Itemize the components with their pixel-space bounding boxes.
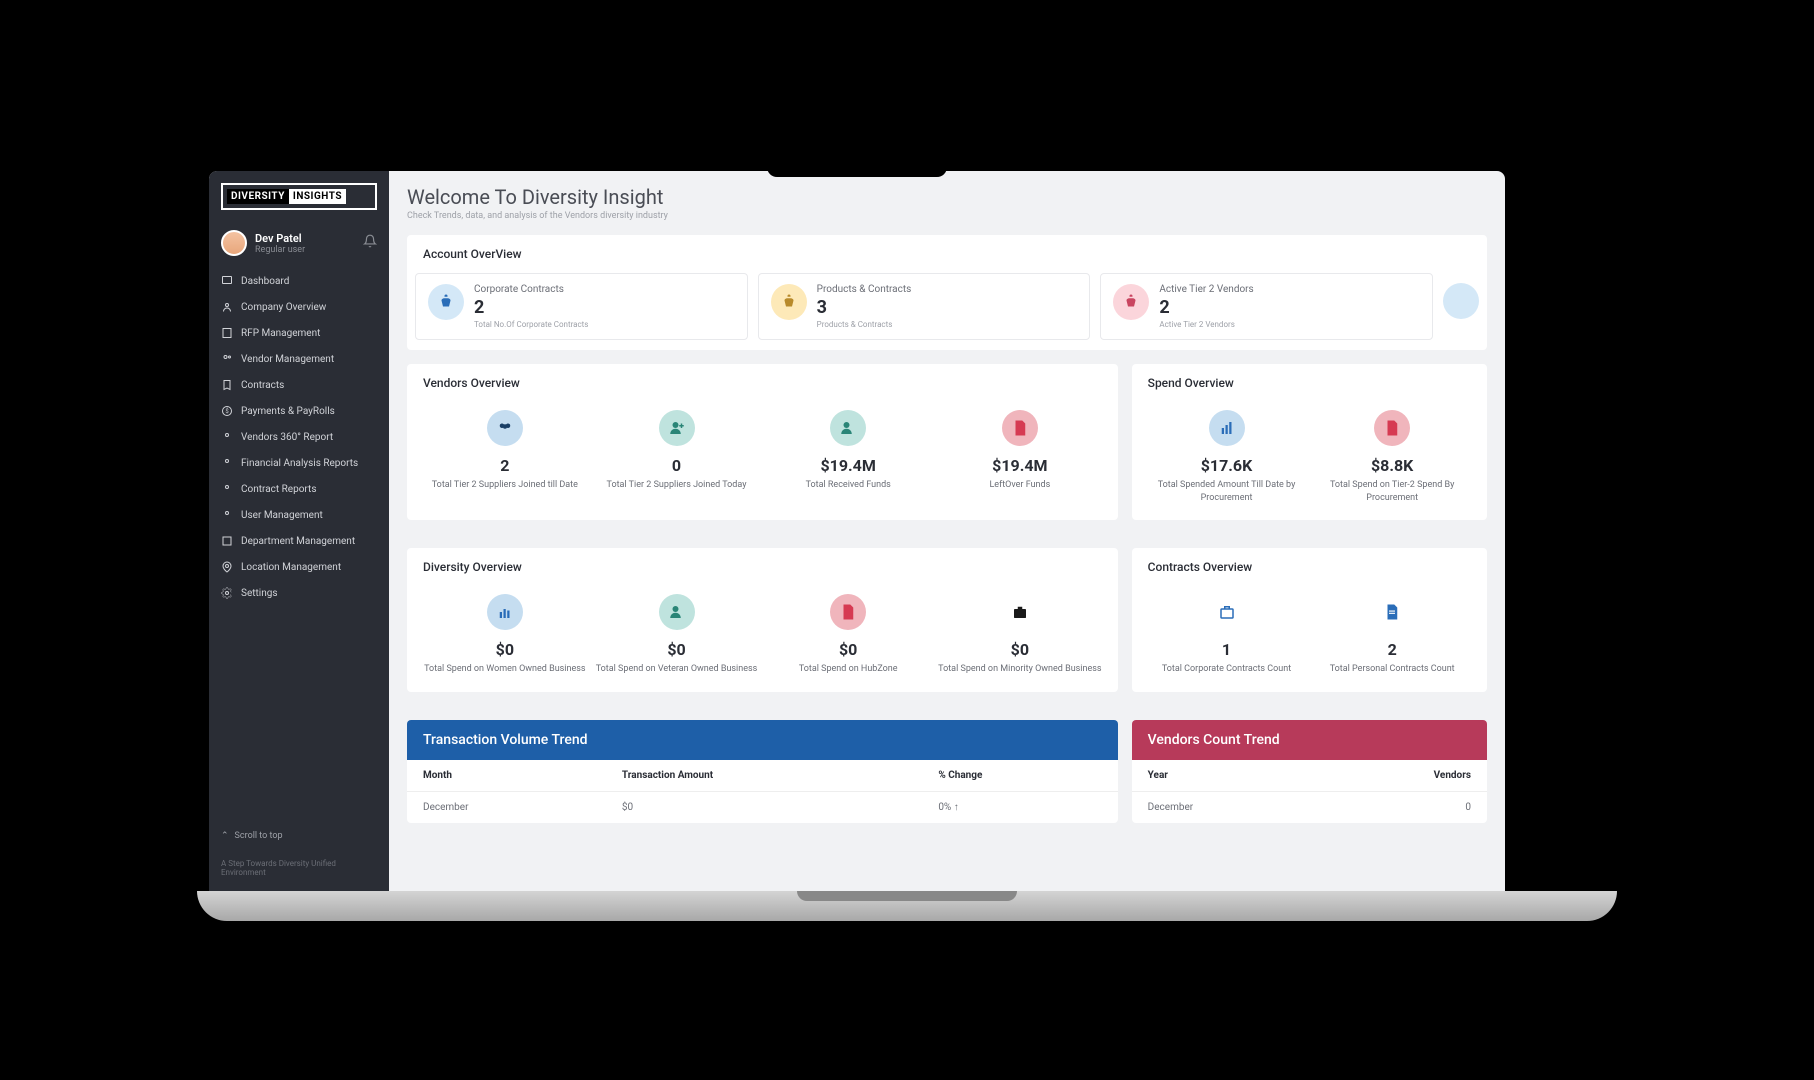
- sidebar-item-company[interactable]: Company Overview: [209, 294, 389, 320]
- user-plus-icon: [830, 410, 866, 446]
- nav: Dashboard Company Overview RFP Managemen…: [209, 264, 389, 821]
- user-role: Regular user: [255, 245, 355, 255]
- stat-item: 0 Total Tier 2 Suppliers Joined Today: [595, 410, 759, 492]
- document-icon: [1002, 410, 1038, 446]
- stat-item: $8.8K Total Spend on Tier-2 Spend By Pro…: [1313, 410, 1471, 504]
- card-title: Diversity Overview: [407, 548, 1118, 586]
- vendors-trend-table: Year Vendors December 0: [1132, 760, 1487, 823]
- vendors-overview-card: Vendors Overview 2 Total Tier 2 Supplier…: [407, 364, 1118, 520]
- sidebar: DIVERSITY INSIGHTS Dev Patel Regular use…: [209, 171, 389, 891]
- sidebar-item-dashboard[interactable]: Dashboard: [209, 268, 389, 294]
- account-item: Products & Contracts 3 Products & Contra…: [758, 273, 1091, 340]
- briefcase-outline-icon: [1209, 594, 1245, 630]
- user-plus-icon: [659, 410, 695, 446]
- stat-item: $0 Total Spend on HubZone: [766, 594, 930, 676]
- sidebar-item-contractreports[interactable]: Contract Reports: [209, 476, 389, 502]
- hand-dollar-icon: [1113, 284, 1149, 320]
- transaction-trend-card: Transaction Volume Trend Month Transacti…: [407, 720, 1118, 823]
- trend-title: Vendors Count Trend: [1132, 720, 1487, 760]
- sidebar-item-locationmgmt[interactable]: Location Management: [209, 554, 389, 580]
- stat-item: $0 Total Spend on Minority Owned Busines…: [938, 594, 1102, 676]
- table-row: December 0: [1132, 791, 1487, 823]
- card-title: Account OverView: [407, 235, 1487, 273]
- document-lines-icon: [1374, 594, 1410, 630]
- scroll-to-top[interactable]: ⌃ Scroll to top: [209, 821, 389, 851]
- sidebar-item-usermgmt[interactable]: User Management: [209, 502, 389, 528]
- briefcase-icon: [1002, 594, 1038, 630]
- user-plus-icon: [659, 594, 695, 630]
- stat-item: $17.6K Total Spended Amount Till Date by…: [1148, 410, 1306, 504]
- account-item-partial: [1443, 273, 1479, 340]
- stat-item: $19.4M LeftOver Funds: [938, 410, 1102, 492]
- trend-title: Transaction Volume Trend: [407, 720, 1118, 760]
- sidebar-item-payments[interactable]: $Payments & PayRolls: [209, 398, 389, 424]
- sidebar-item-financial[interactable]: Financial Analysis Reports: [209, 450, 389, 476]
- account-item: Active Tier 2 Vendors 2 Active Tier 2 Ve…: [1100, 273, 1433, 340]
- stat-item: $19.4M Total Received Funds: [766, 410, 930, 492]
- user-name: Dev Patel: [255, 232, 355, 245]
- spend-overview-card: Spend Overview $17.6K Total Spended Amou…: [1132, 364, 1487, 520]
- sidebar-item-vendor[interactable]: Vendor Management: [209, 346, 389, 372]
- stat-item: 2 Total Personal Contracts Count: [1313, 594, 1471, 676]
- users-icon: [487, 410, 523, 446]
- card-title: Vendors Overview: [407, 364, 1118, 402]
- contracts-overview-card: Contracts Overview 1 Total Corporate Con…: [1132, 548, 1487, 692]
- sidebar-item-360report[interactable]: Vendors 360° Report: [209, 424, 389, 450]
- page-title: Welcome To Diversity Insight: [407, 185, 1487, 209]
- stat-item: $0 Total Spend on Women Owned Business: [423, 594, 587, 676]
- bar-chart-icon: [487, 594, 523, 630]
- bell-icon[interactable]: [363, 234, 377, 252]
- account-overview-card: Account OverView Corporate Contracts 2 T…: [407, 235, 1487, 350]
- document-icon: [830, 594, 866, 630]
- hand-dollar-icon: [428, 284, 464, 320]
- stat-item: 2 Total Tier 2 Suppliers Joined till Dat…: [423, 410, 587, 492]
- user-row: Dev Patel Regular user: [209, 222, 389, 264]
- card-title: Contracts Overview: [1132, 548, 1487, 586]
- page-subtitle: Check Trends, data, and analysis of the …: [407, 211, 1487, 221]
- table-row: December $0 0% ↑: [407, 791, 1118, 823]
- transaction-trend-table: Month Transaction Amount % Change Decemb…: [407, 760, 1118, 823]
- stat-item: $0 Total Spend on Veteran Owned Business: [595, 594, 759, 676]
- sidebar-item-rfp[interactable]: RFP Management: [209, 320, 389, 346]
- account-item: Corporate Contracts 2 Total No.Of Corpor…: [415, 273, 748, 340]
- sidebar-item-settings[interactable]: Settings: [209, 580, 389, 606]
- sidebar-item-contracts[interactable]: Contracts: [209, 372, 389, 398]
- avatar[interactable]: [221, 230, 247, 256]
- document-icon: [1374, 410, 1410, 446]
- main: Welcome To Diversity Insight Check Trend…: [389, 171, 1505, 891]
- hand-dollar-icon: [771, 284, 807, 320]
- vendors-trend-card: Vendors Count Trend Year Vendors Decembe…: [1132, 720, 1487, 823]
- sidebar-footer: A Step Towards Diversity Unified Environ…: [209, 851, 389, 891]
- diversity-overview-card: Diversity Overview $0 Total Spend on Wom…: [407, 548, 1118, 692]
- card-title: Spend Overview: [1132, 364, 1487, 402]
- bar-chart-icon: [1209, 410, 1245, 446]
- stat-item: 1 Total Corporate Contracts Count: [1148, 594, 1306, 676]
- svg-text:$: $: [225, 408, 229, 415]
- sidebar-item-deptmgmt[interactable]: Department Management: [209, 528, 389, 554]
- chevron-up-icon: ⌃: [221, 831, 229, 841]
- hand-dollar-icon: [1443, 283, 1479, 319]
- logo: DIVERSITY INSIGHTS: [221, 183, 377, 210]
